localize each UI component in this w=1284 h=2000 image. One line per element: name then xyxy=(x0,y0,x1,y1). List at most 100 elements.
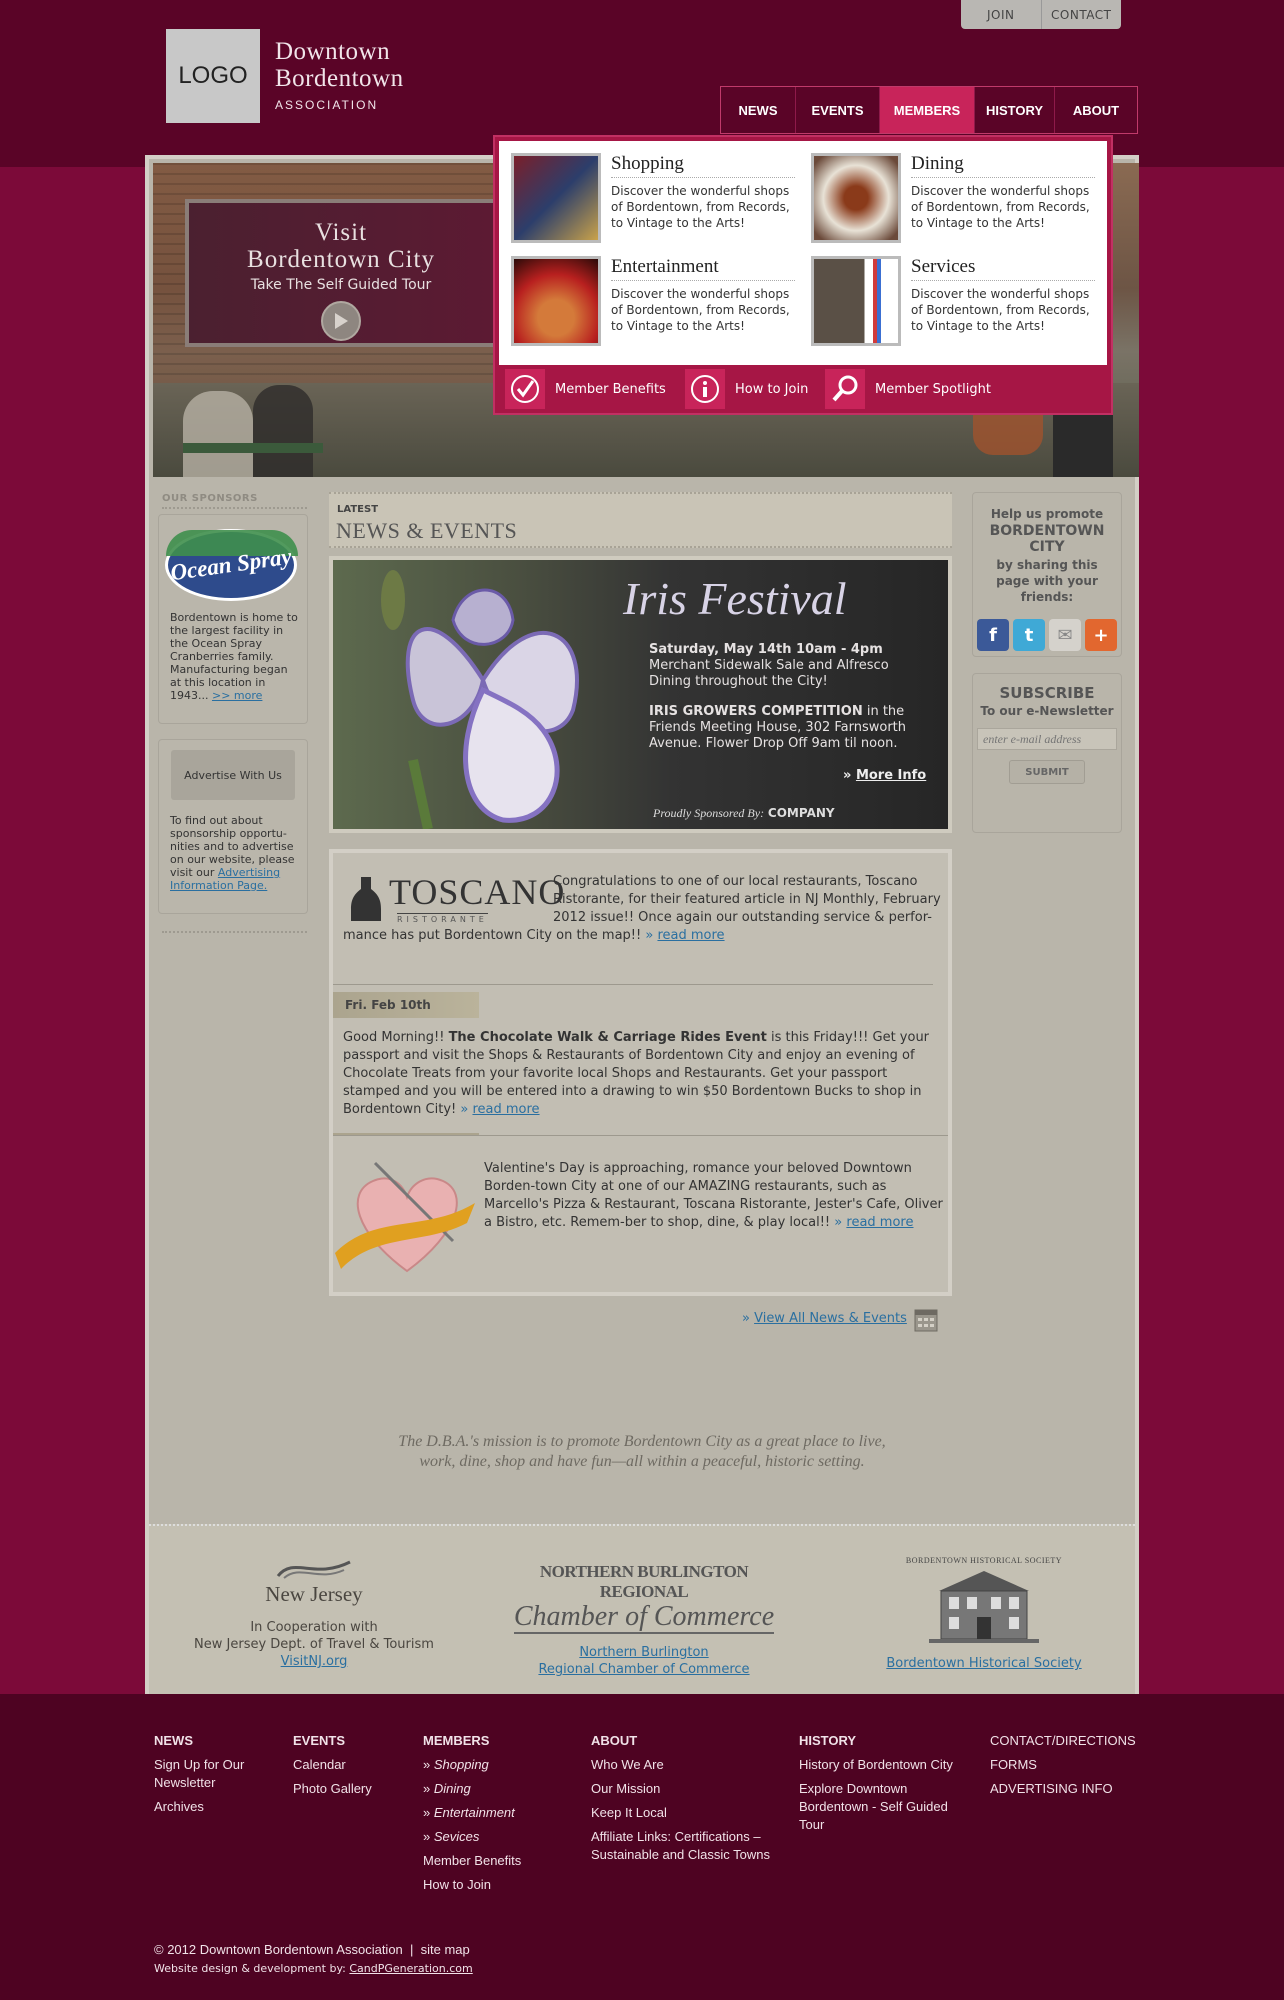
email-input[interactable] xyxy=(977,728,1117,750)
nav-events[interactable]: EVENTS xyxy=(796,87,880,133)
brand-name[interactable]: Downtown Bordentown ASSOCIATION xyxy=(275,38,404,112)
facebook-icon[interactable]: f xyxy=(977,619,1009,651)
historical-society-partner: BORDENTOWN HISTORICAL SOCIETY Bordentown… xyxy=(849,1556,1119,1672)
ocean-spray-logo[interactable]: Ocean Spray xyxy=(165,529,298,601)
logo[interactable]: LOGO xyxy=(166,29,260,123)
sponsored-by-label: Proudly Sponsored By: xyxy=(653,806,765,820)
mega-title-services: Services xyxy=(911,256,1095,281)
mega-desc-dining: Discover the wonderful shops of Bordento… xyxy=(911,184,1090,230)
nj-logo[interactable]: New Jersey xyxy=(179,1582,449,1607)
date-tag: Fri. Feb 10th xyxy=(333,992,479,1018)
footer-link-affiliate-links[interactable]: Affiliate Links: Certifications – Sustai… xyxy=(591,1828,781,1864)
advertise-button[interactable]: Advertise With Us xyxy=(171,750,295,800)
footer-link-services[interactable]: » Sevices xyxy=(423,1828,521,1846)
footer-link-entertainment[interactable]: » Entertainment xyxy=(423,1804,521,1822)
contact-link[interactable]: CONTACT xyxy=(1042,0,1122,29)
mega-item-shopping[interactable]: Shopping Discover the wonderful shops of… xyxy=(511,153,801,253)
how-to-join-link[interactable]: How to Join xyxy=(685,369,808,409)
feature-competition-title: IRIS GROWERS COMPETITION xyxy=(649,704,863,719)
sponsors-heading: OUR SPONSORS xyxy=(162,493,258,504)
chocolate-walk-read-more[interactable]: read more xyxy=(472,1102,539,1117)
play-icon[interactable] xyxy=(321,301,361,341)
footer-heading-members[interactable]: MEMBERS xyxy=(423,1732,521,1750)
footer-link-photo-gallery[interactable]: Photo Gallery xyxy=(293,1780,372,1798)
visit-title-city: Bordentown City xyxy=(247,246,435,273)
submit-button[interactable]: SUBMIT xyxy=(1009,760,1085,784)
footer-link-forms[interactable]: FORMS xyxy=(990,1756,1136,1774)
visit-banner[interactable]: Visit Bordentown City Take The Self Guid… xyxy=(185,199,497,347)
footer-heading-about[interactable]: ABOUT xyxy=(591,1732,781,1750)
historic-house-icon[interactable] xyxy=(919,1565,1049,1645)
member-benefits-link[interactable]: Member Benefits xyxy=(505,369,666,409)
share-line-2: BORDENTOWN CITY xyxy=(989,523,1105,555)
share-box: Help us promote BORDENTOWN CITY by shari… xyxy=(972,492,1122,657)
iris-festival-feature[interactable]: Iris Festival Saturday, May 14th 10am - … xyxy=(329,556,952,833)
footer-heading-history[interactable]: HISTORY xyxy=(799,1732,969,1750)
brand-line-1: Downtown xyxy=(275,38,391,65)
view-all-news-link[interactable]: » View All News & Events xyxy=(742,1311,907,1326)
heart-arrow-image xyxy=(335,1161,475,1273)
chamber-logo-line-1[interactable]: NORTHERN BURLINGTON REGIONAL xyxy=(499,1562,789,1602)
latest-label: LATEST xyxy=(337,504,379,515)
footer-link-newsletter[interactable]: Sign Up for Our Newsletter xyxy=(154,1756,254,1792)
historical-society-link[interactable]: Bordentown Historical Society xyxy=(886,1656,1081,1671)
footer-link-who-we-are[interactable]: Who We Are xyxy=(591,1756,781,1774)
sponsor-company: COMPANY xyxy=(767,806,835,820)
subscribe-subtitle: To our e-Newsletter xyxy=(980,704,1114,718)
valentines-read-more[interactable]: read more xyxy=(846,1215,913,1230)
chamber-link-1[interactable]: Northern Burlington xyxy=(579,1645,708,1660)
more-info-link[interactable]: » More Info xyxy=(843,768,926,783)
footer-link-keep-it-local[interactable]: Keep It Local xyxy=(591,1804,781,1822)
credit-line: Website design & development by: CandPGe… xyxy=(154,1962,473,1975)
nav-news[interactable]: NEWS xyxy=(721,87,796,133)
footer-link-how-to-join[interactable]: How to Join xyxy=(423,1876,521,1894)
credit-link[interactable]: CandPGeneration.com xyxy=(349,1962,472,1975)
footer-link-self-guided-tour[interactable]: Explore Downtown Bordentown - Self Guide… xyxy=(799,1780,969,1834)
footer-link-shopping[interactable]: » Shopping xyxy=(423,1756,521,1774)
calendar-icon[interactable] xyxy=(914,1306,938,1332)
email-icon[interactable]: ✉ xyxy=(1049,619,1081,651)
addthis-plus-icon[interactable]: + xyxy=(1085,619,1117,651)
nav-history[interactable]: HISTORY xyxy=(975,87,1055,133)
nav-about[interactable]: ABOUT xyxy=(1055,87,1137,133)
footer-link-contact-directions[interactable]: CONTACT/DIRECTIONS xyxy=(990,1732,1136,1750)
share-line-3: by sharing this page with your friends: xyxy=(996,558,1098,604)
ocean-spray-more-link[interactable]: >> more xyxy=(212,689,262,702)
mega-title-entertainment: Entertainment xyxy=(611,256,795,281)
footer-link-member-benefits[interactable]: Member Benefits xyxy=(423,1852,521,1870)
nj-partner: New Jersey In Cooperation with New Jerse… xyxy=(179,1556,449,1670)
entertainment-thumbnail xyxy=(511,256,601,346)
footer-link-dining[interactable]: » Dining xyxy=(423,1780,521,1798)
mega-item-services[interactable]: Services Discover the wonderful shops of… xyxy=(811,256,1101,356)
chamber-logo-line-2[interactable]: Chamber of Commerce xyxy=(513,1602,775,1634)
footer-link-archives[interactable]: Archives xyxy=(154,1798,254,1816)
footer-col-about: ABOUT Who We Are Our Mission Keep It Loc… xyxy=(591,1732,781,1870)
footer-col-events: EVENTS Calendar Photo Gallery xyxy=(293,1732,372,1804)
footer-col-news: NEWS Sign Up for Our Newsletter Archives xyxy=(154,1732,254,1822)
toscano-read-more[interactable]: read more xyxy=(657,928,724,943)
copyright-line: © 2012 Downtown Bordentown Association |… xyxy=(154,1942,470,1957)
footer-heading-events[interactable]: EVENTS xyxy=(293,1732,372,1750)
join-link[interactable]: JOIN xyxy=(961,0,1042,29)
footer-heading-news[interactable]: NEWS xyxy=(154,1732,254,1750)
mega-desc-shopping: Discover the wonderful shops of Bordento… xyxy=(611,184,790,230)
magnifier-icon xyxy=(825,369,865,409)
footer-link-calendar[interactable]: Calendar xyxy=(293,1756,372,1774)
chamber-link-2[interactable]: Regional Chamber of Commerce xyxy=(538,1662,749,1677)
chocolate-walk-news-item: Good Morning!! The Chocolate Walk & Carr… xyxy=(343,1030,930,1117)
visit-subtitle: Take The Self Guided Tour xyxy=(250,277,432,293)
iris-flower-image xyxy=(381,570,579,829)
share-line-1: Help us promote xyxy=(990,507,1104,521)
footer-link-history-of-bordentown[interactable]: History of Bordentown City xyxy=(799,1756,969,1774)
mega-item-dining[interactable]: Dining Discover the wonderful shops of B… xyxy=(811,153,1101,253)
member-spotlight-link[interactable]: Member Spotlight xyxy=(825,369,991,409)
nj-text-1: In Cooperation with xyxy=(250,1620,378,1635)
visitnj-link[interactable]: VisitNJ.org xyxy=(281,1654,348,1669)
credit-text: Website design & development by: xyxy=(154,1962,346,1975)
footer-link-our-mission[interactable]: Our Mission xyxy=(591,1780,781,1798)
twitter-icon[interactable]: t xyxy=(1013,619,1045,651)
sitemap-link[interactable]: site map xyxy=(421,1942,470,1957)
nav-members[interactable]: MEMBERS xyxy=(880,87,975,133)
footer-link-advertising-info[interactable]: ADVERTISING INFO xyxy=(990,1780,1136,1798)
mega-item-entertainment[interactable]: Entertainment Discover the wonderful sho… xyxy=(511,256,801,356)
